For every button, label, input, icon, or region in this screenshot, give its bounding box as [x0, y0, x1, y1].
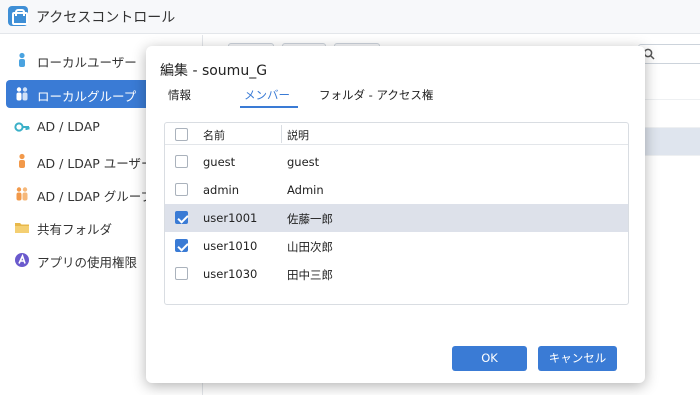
column-divider [281, 125, 282, 143]
sidebar-item-label: AD / LDAP グループ [37, 189, 154, 204]
sidebar-item-label: ローカルユーザー [37, 55, 137, 70]
folder-icon [15, 223, 29, 233]
members-table: 名前 説明 guest guest admin Admin user1001 佐… [164, 122, 629, 305]
sidebar-item-label: AD / LDAP [37, 119, 100, 134]
tab-info[interactable]: 情報 [168, 87, 191, 103]
table-row[interactable] [644, 72, 700, 100]
sidebar-item-label: ローカルグループ [37, 89, 137, 104]
tab-folder-permissions[interactable]: フォルダ - アクセス権 [319, 87, 433, 103]
member-description: 田中三郎 [287, 268, 333, 282]
member-name: admin [203, 183, 240, 197]
table-row[interactable]: guest guest [165, 148, 628, 176]
sidebar-item-label: AD / LDAP ユーザー [37, 156, 154, 171]
access-control-app-icon [8, 6, 28, 26]
dialog-title: 編集 - soumu_G [160, 63, 268, 79]
row-checkbox[interactable] [175, 239, 188, 252]
ok-button[interactable]: OK [452, 346, 527, 371]
row-checkbox[interactable] [175, 155, 188, 168]
member-name: user1001 [203, 211, 258, 225]
user-icon [19, 153, 25, 168]
row-checkbox[interactable] [175, 211, 188, 224]
active-tab-indicator [240, 106, 298, 108]
sidebar-item-label: アプリの使用権限 [37, 255, 138, 270]
column-header-description[interactable]: 説明 [287, 127, 309, 143]
window-titlebar: アクセスコントロール [0, 0, 700, 34]
user-icon [19, 52, 25, 67]
member-description: 佐藤一郎 [287, 212, 333, 226]
app-title: アクセスコントロール [36, 10, 176, 26]
group-icon [16, 87, 28, 101]
tab-members[interactable]: メンバー [244, 87, 290, 103]
edit-group-dialog: 編集 - soumu_G 情報 メンバー フォルダ - アクセス権 名前 説明 … [146, 46, 645, 383]
member-name: user1030 [203, 267, 258, 281]
member-name: user1010 [203, 239, 258, 253]
group-icon [16, 187, 28, 201]
table-row[interactable]: user1030 田中三郎 [165, 260, 628, 288]
table-row[interactable] [644, 128, 700, 156]
sidebar-item-label: 共有フォルダ [37, 222, 113, 237]
table-row[interactable] [644, 100, 700, 128]
cancel-button[interactable]: キャンセル [538, 346, 617, 371]
member-description: guest [287, 155, 320, 169]
table-row[interactable]: user1010 山田次郎 [165, 232, 628, 260]
member-description: Admin [287, 183, 324, 197]
select-all-checkbox[interactable] [175, 128, 188, 141]
row-checkbox[interactable] [175, 183, 188, 196]
dialog-tabs: 情報 メンバー フォルダ - アクセス権 [146, 86, 645, 108]
row-checkbox[interactable] [175, 267, 188, 280]
table-row[interactable]: user1001 佐藤一郎 [165, 204, 628, 232]
member-description: 山田次郎 [287, 240, 333, 254]
app-permission-icon [15, 253, 29, 267]
column-header-name[interactable]: 名前 [203, 127, 225, 143]
table-header: 名前 説明 [165, 123, 628, 145]
table-row[interactable]: admin Admin [165, 176, 628, 204]
key-icon [14, 122, 30, 132]
search-input[interactable] [638, 44, 700, 64]
member-name: guest [203, 155, 236, 169]
